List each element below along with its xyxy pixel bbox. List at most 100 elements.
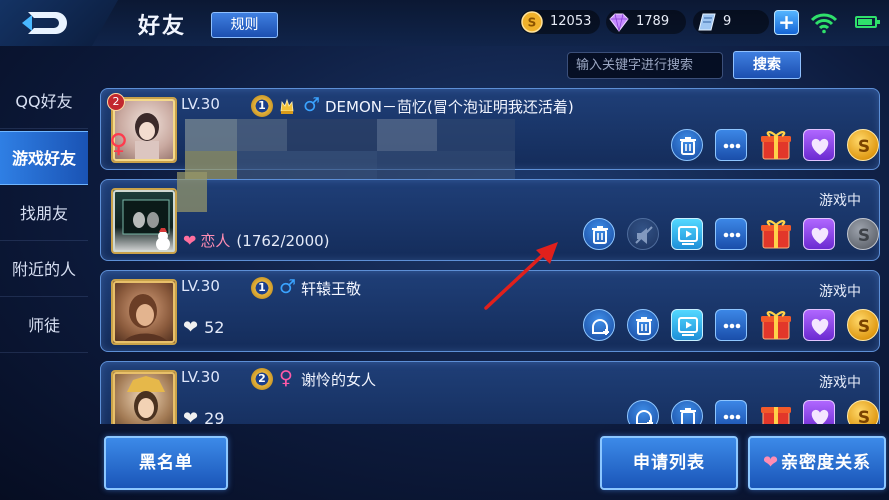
top-bar: 好友 规则 S 12053 1789 9 + xyxy=(0,0,889,46)
sidebar-item-game-friends[interactable]: 游戏好友 xyxy=(0,131,88,185)
add-friend-icon xyxy=(592,319,609,335)
gold-gift-coin-icon: S xyxy=(858,408,870,424)
intimacy-button[interactable] xyxy=(803,309,835,341)
gold-gift-button[interactable]: S xyxy=(847,309,879,341)
friend-requests-button[interactable]: 申请列表 xyxy=(600,436,738,490)
wifi-icon xyxy=(810,13,838,34)
intimacy-hearts: ❤ 52 xyxy=(183,317,224,338)
delete-friend-button[interactable] xyxy=(583,218,615,250)
delete-friend-button[interactable] xyxy=(671,129,703,161)
search-input[interactable] xyxy=(567,52,723,79)
mosaic-blur xyxy=(177,172,207,212)
lover-relation: ❤ 恋人 (1762/2000) xyxy=(183,230,330,251)
avatar-badge: 2 xyxy=(107,93,125,111)
gift-icon xyxy=(761,220,791,249)
gold-coin-counter[interactable]: S 12053 xyxy=(520,10,600,34)
delete-icon xyxy=(592,226,608,244)
chat-icon xyxy=(723,232,741,238)
add-friend-button[interactable] xyxy=(583,309,615,341)
send-gift-button[interactable] xyxy=(759,127,791,160)
page-title: 好友 xyxy=(138,14,187,39)
sidebar-item-find-friends[interactable]: 找朋友 xyxy=(0,187,88,241)
intimacy-button[interactable] xyxy=(803,218,835,250)
relation-label: 恋人 xyxy=(200,232,231,250)
intimacy-relations-label: 亲密度关系 xyxy=(781,453,872,473)
search-button[interactable]: 搜索 xyxy=(733,51,801,79)
gold-gift-coin-icon: S xyxy=(858,137,870,157)
intimacy-heart-icon xyxy=(811,227,829,244)
delete-icon xyxy=(680,137,696,155)
sidebar-item-mentorship[interactable]: 师徒 xyxy=(0,299,88,353)
watch-game-button[interactable] xyxy=(671,218,703,250)
friend-level: LV.30 xyxy=(181,95,220,113)
avatar[interactable] xyxy=(111,279,177,345)
intimacy-button[interactable] xyxy=(803,129,835,161)
mute-button[interactable] xyxy=(627,218,659,250)
svg-text:S: S xyxy=(858,226,870,246)
voucher-icon xyxy=(698,13,716,31)
svg-text:S: S xyxy=(858,137,870,157)
delete-icon xyxy=(680,408,696,424)
delete-friend-button[interactable] xyxy=(671,400,703,424)
heart-count: 52 xyxy=(204,318,225,337)
chat-icon xyxy=(723,323,741,329)
chat-button[interactable] xyxy=(715,129,747,161)
watch-game-button[interactable] xyxy=(671,309,703,341)
gift-icon xyxy=(761,407,791,424)
online-status: 游戏中 xyxy=(819,284,861,300)
friend-card[interactable]: LV.30 2 ♀ 谢怜的女人 游戏中 ❤ 29 S xyxy=(100,361,880,424)
intimacy-button[interactable] xyxy=(803,400,835,424)
delete-friend-button[interactable] xyxy=(627,309,659,341)
avatar-frame xyxy=(113,190,175,252)
friend-name: 谢怜的女人 xyxy=(301,371,377,389)
heart-count: 29 xyxy=(204,409,225,424)
gold-coin-icon: S xyxy=(521,11,543,33)
rank-badge: 2 xyxy=(251,368,273,390)
chat-icon xyxy=(723,143,741,149)
send-gift-button[interactable] xyxy=(759,307,791,340)
diamond-counter[interactable]: 1789 xyxy=(606,10,686,34)
intimacy-heart-icon xyxy=(811,318,829,335)
friend-name: 轩辕王敬 xyxy=(301,280,362,298)
rank-badge: 1 xyxy=(251,277,273,299)
back-button[interactable] xyxy=(0,0,118,46)
female-gender-icon: ♀ xyxy=(279,367,293,389)
friend-card[interactable]: 2 ♀ LV.30 1 ♂ DEMON－茴忆(冒个泡证明我还活着) S xyxy=(100,88,880,179)
intimacy-relations-button[interactable]: ❤ 亲密度关系 xyxy=(748,436,886,490)
intimacy-hearts: ❤ 29 xyxy=(183,408,224,424)
friend-level: LV.30 xyxy=(181,277,220,295)
gold-gift-button[interactable]: S xyxy=(847,218,879,250)
intimacy-heart-icon: ❤ xyxy=(762,452,780,473)
add-friend-button[interactable] xyxy=(627,400,659,424)
voucher-counter[interactable]: 9 xyxy=(693,10,769,34)
battery-icon xyxy=(855,16,880,28)
online-status: 游戏中 xyxy=(819,193,861,209)
gold-gift-coin-icon: S xyxy=(858,317,870,337)
diamond-value: 1789 xyxy=(636,14,670,29)
send-gift-button[interactable] xyxy=(759,398,791,424)
sidebar-item-qq-friends[interactable]: QQ好友 xyxy=(0,75,88,129)
gold-gift-button[interactable]: S xyxy=(847,129,879,161)
chat-button[interactable] xyxy=(715,218,747,250)
female-symbol-icon: ♀ xyxy=(109,129,129,159)
annotation-arrow-icon xyxy=(484,242,558,310)
video-icon xyxy=(678,317,698,336)
rank-badge: 1 xyxy=(251,95,273,117)
rules-button[interactable]: 规则 xyxy=(211,12,278,38)
svg-text:S: S xyxy=(858,408,870,424)
gold-gift-button[interactable]: S xyxy=(847,400,879,424)
avatar[interactable] xyxy=(111,370,177,424)
video-icon xyxy=(678,226,698,245)
chat-button[interactable] xyxy=(715,309,747,341)
sidebar-item-nearby[interactable]: 附近的人 xyxy=(0,243,88,297)
intimacy-value: (1762/2000) xyxy=(236,232,330,250)
diamond-icon xyxy=(609,13,629,32)
send-gift-button[interactable] xyxy=(759,216,791,249)
chat-button[interactable] xyxy=(715,400,747,424)
back-arrow-icon xyxy=(22,12,67,34)
recharge-plus-button[interactable]: + xyxy=(774,10,799,35)
avatar-frame xyxy=(113,281,175,343)
gift-icon xyxy=(761,311,791,340)
avatar[interactable] xyxy=(111,188,177,254)
blacklist-button[interactable]: 黑名单 xyxy=(104,436,228,490)
